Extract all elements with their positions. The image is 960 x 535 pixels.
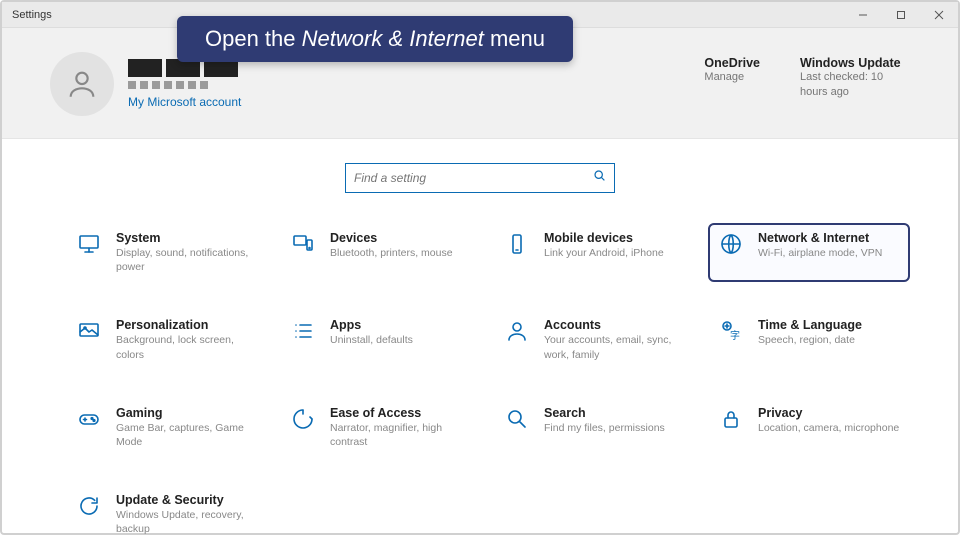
- window-title: Settings: [2, 9, 52, 21]
- tile-desc: Your accounts, email, sync, work, family: [544, 333, 686, 361]
- tile-devices[interactable]: Devices Bluetooth, printers, mouse: [280, 223, 482, 282]
- phone-icon: [504, 231, 530, 257]
- tile-desc: Location, camera, microphone: [758, 421, 899, 435]
- tile-network-internet[interactable]: Network & Internet Wi-Fi, airplane mode,…: [708, 223, 910, 282]
- tile-desc: Wi-Fi, airplane mode, VPN: [758, 246, 882, 260]
- search-icon: [504, 406, 530, 432]
- search-icon: [593, 169, 606, 187]
- callout-emphasis: Network & Internet: [302, 26, 484, 51]
- windows-update-card[interactable]: Windows Update Last checked: 10 hours ag…: [800, 56, 910, 100]
- tile-title: Privacy: [758, 406, 899, 421]
- tile-desc: Bluetooth, printers, mouse: [330, 246, 453, 260]
- svg-text:字: 字: [730, 329, 740, 342]
- instruction-callout: Open the Network & Internet menu: [177, 16, 573, 62]
- search-box[interactable]: [345, 163, 615, 193]
- tile-time-language[interactable]: 字 Time & Language Speech, region, date: [708, 310, 910, 369]
- tile-search[interactable]: Search Find my files, permissions: [494, 398, 696, 457]
- tile-title: Devices: [330, 231, 453, 246]
- tile-title: Ease of Access: [330, 406, 472, 421]
- tile-accounts[interactable]: Accounts Your accounts, email, sync, wor…: [494, 310, 696, 369]
- tile-desc: Uninstall, defaults: [330, 333, 413, 347]
- brush-icon: [76, 318, 102, 344]
- tile-desc: Game Bar, captures, Game Mode: [116, 421, 258, 449]
- monitor-icon: [76, 231, 102, 257]
- minimize-button[interactable]: [844, 2, 882, 28]
- card-title: Windows Update: [800, 56, 910, 70]
- my-microsoft-account-link[interactable]: My Microsoft account: [128, 95, 241, 109]
- tile-title: Search: [544, 406, 665, 421]
- maximize-button[interactable]: [882, 2, 920, 28]
- tile-desc: Narrator, magnifier, high contrast: [330, 421, 472, 449]
- settings-grid: System Display, sound, notifications, po…: [2, 207, 958, 535]
- tile-desc: Find my files, permissions: [544, 421, 665, 435]
- close-button[interactable]: [920, 2, 958, 28]
- tile-desc: Background, lock screen, colors: [116, 333, 258, 361]
- tile-desc: Windows Update, recovery, backup: [116, 508, 258, 535]
- globe-icon: [718, 231, 744, 257]
- onedrive-card[interactable]: OneDrive Manage: [704, 56, 760, 100]
- card-subtitle: Last checked: 10 hours ago: [800, 70, 910, 100]
- tile-update-security[interactable]: Update & Security Windows Update, recove…: [66, 485, 268, 535]
- tile-apps[interactable]: Apps Uninstall, defaults: [280, 310, 482, 369]
- callout-prefix: Open the: [205, 26, 302, 51]
- lang-icon: 字: [718, 318, 744, 344]
- person-icon: [504, 318, 530, 344]
- tile-desc: Speech, region, date: [758, 333, 862, 347]
- search-input[interactable]: [354, 171, 593, 185]
- avatar[interactable]: [50, 52, 114, 116]
- card-subtitle: Manage: [704, 70, 760, 85]
- tile-title: Update & Security: [116, 493, 258, 508]
- tile-personalization[interactable]: Personalization Background, lock screen,…: [66, 310, 268, 369]
- tile-desc: Link your Android, iPhone: [544, 246, 664, 260]
- tile-ease-of-access[interactable]: Ease of Access Narrator, magnifier, high…: [280, 398, 482, 457]
- tile-title: Apps: [330, 318, 413, 333]
- tile-desc: Display, sound, notifications, power: [116, 246, 258, 274]
- tile-system[interactable]: System Display, sound, notifications, po…: [66, 223, 268, 282]
- apps-icon: [290, 318, 316, 344]
- tile-title: Gaming: [116, 406, 258, 421]
- tile-title: Time & Language: [758, 318, 862, 333]
- tile-title: System: [116, 231, 258, 246]
- tile-title: Mobile devices: [544, 231, 664, 246]
- tile-gaming[interactable]: Gaming Game Bar, captures, Game Mode: [66, 398, 268, 457]
- sync-icon: [76, 493, 102, 519]
- tile-privacy[interactable]: Privacy Location, camera, microphone: [708, 398, 910, 457]
- tile-title: Personalization: [116, 318, 258, 333]
- tile-title: Accounts: [544, 318, 686, 333]
- card-title: OneDrive: [704, 56, 760, 70]
- gamepad-icon: [76, 406, 102, 432]
- callout-suffix: menu: [484, 26, 545, 51]
- account-name-redacted: [128, 59, 241, 89]
- lock-icon: [718, 406, 744, 432]
- ease-icon: [290, 406, 316, 432]
- tile-title: Network & Internet: [758, 231, 882, 246]
- tile-mobile-devices[interactable]: Mobile devices Link your Android, iPhone: [494, 223, 696, 282]
- devices-icon: [290, 231, 316, 257]
